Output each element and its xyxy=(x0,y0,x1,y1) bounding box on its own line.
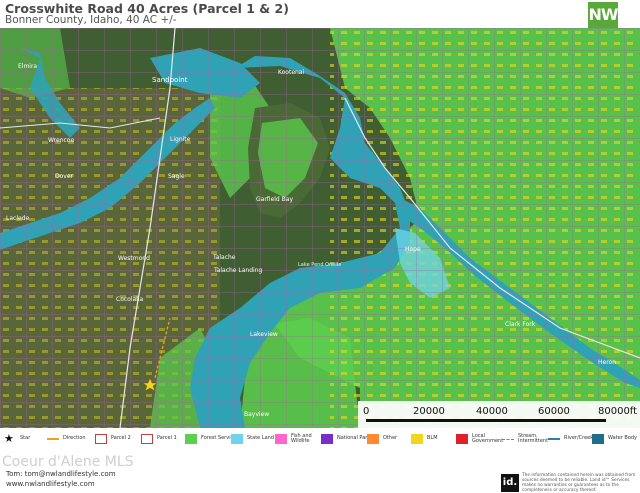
parcel-grid xyxy=(0,28,640,428)
line-icon xyxy=(548,438,560,440)
legend-parcel-1: Parcel 1 xyxy=(141,431,177,447)
swatch-icon xyxy=(592,434,604,444)
swatch-icon xyxy=(275,434,287,444)
parcel-outline-icon xyxy=(141,434,153,444)
legend-label: Local Government xyxy=(472,432,504,444)
legend-label: Forest Servic xyxy=(201,435,234,442)
label-talache-landing: Talache Landing xyxy=(213,267,262,274)
legend-label: Direction xyxy=(63,435,86,442)
label-garfield-bay: Garfield Bay xyxy=(256,196,293,203)
legend-stream: Stream, Intermittent xyxy=(502,431,548,447)
swatch-icon xyxy=(367,434,379,444)
label-lignite: Lignite xyxy=(170,136,191,143)
label-westmond: Westmond xyxy=(118,255,150,262)
map-footer: Coeur d'Alene MLS Tom: tom@nwlandlifesty… xyxy=(0,450,640,493)
parcel-outline-icon xyxy=(95,434,107,444)
map-view[interactable]: Sandpoint Kootenai Wrencoe Laclede Dover… xyxy=(0,28,640,428)
mls-watermark: Coeur d'Alene MLS xyxy=(2,454,134,470)
legend-label: Other xyxy=(383,435,398,442)
label-sagle: Sagle xyxy=(168,173,185,180)
label-talache: Talache xyxy=(212,254,236,261)
legend-forest-service: Forest Servic xyxy=(185,431,233,447)
swatch-icon xyxy=(456,434,468,444)
scale-tick-2: 40000 xyxy=(476,406,508,417)
legend-label: Stream, Intermittent xyxy=(518,432,549,444)
swatch-icon xyxy=(321,434,333,444)
label-lake: Lake Pend Oreille xyxy=(298,262,341,268)
label-kootenai: Kootenai xyxy=(278,69,305,76)
legend-label: Star xyxy=(20,435,31,442)
legend-label: Fish and Wildlife xyxy=(291,432,312,444)
legend-other: Other xyxy=(367,431,397,447)
arrow-icon xyxy=(47,438,59,440)
swatch-icon xyxy=(231,434,243,444)
label-dover: Dover xyxy=(55,173,74,180)
map-header: Crosswhite Road 40 Acres (Parcel 1 & 2) … xyxy=(0,0,640,28)
label-bayview: Bayview xyxy=(244,411,269,418)
swatch-icon xyxy=(411,434,423,444)
dashed-line-icon xyxy=(502,438,514,440)
label-hope: Hope xyxy=(405,246,421,253)
legend-label: National Park xyxy=(337,435,371,442)
agent-website[interactable]: www.nwlandlifestyle.com xyxy=(6,480,95,488)
land-id-logo: id. xyxy=(501,474,519,492)
scale-tick-1: 20000 xyxy=(413,406,445,417)
brand-logo: NW xyxy=(588,2,619,28)
scale-tick-0: 0 xyxy=(363,406,370,417)
page-subtitle: Bonner County, Idaho, 40 AC +/- xyxy=(5,14,177,26)
scale-line xyxy=(366,419,606,422)
legend-local-government: Local Government xyxy=(456,431,503,447)
legend-state-land: State Land xyxy=(231,431,274,447)
map-canvas[interactable]: Sandpoint Kootenai Wrencoe Laclede Dover… xyxy=(0,28,640,428)
legend-label: BLM xyxy=(427,435,438,442)
legend-parcel-2: Parcel 2 xyxy=(95,431,131,447)
label-lakeview: Lakeview xyxy=(250,331,278,338)
map-legend: ★ Star Direction Parcel 2 Parcel 1 Fores… xyxy=(0,428,640,450)
legend-label: State Land xyxy=(247,435,275,442)
legend-direction: Direction xyxy=(47,431,86,447)
scale-unit: 80000ft xyxy=(598,406,638,417)
legend-water-body: Water Body xyxy=(592,431,637,447)
legend-fish-wildlife: Fish and Wildlife xyxy=(275,431,312,447)
label-elmira: Elmira xyxy=(18,63,37,70)
star-icon: ★ xyxy=(4,432,14,445)
scale-tick-3: 60000 xyxy=(538,406,570,417)
legend-label: Parcel 2 xyxy=(111,435,131,442)
legend-label: River/Creek xyxy=(564,435,594,442)
agent-contact: Tom: tom@nwlandlifestyle.com xyxy=(6,470,116,478)
label-heron: Heron xyxy=(598,359,616,366)
disclaimer-text: The information contained herein was obt… xyxy=(522,473,636,493)
scale-bar: 0 20000 40000 60000 80000ft xyxy=(358,401,640,428)
legend-star: ★ Star xyxy=(4,431,30,447)
legend-national-park: National Park xyxy=(321,431,370,447)
label-clark-fork: Clark Fork xyxy=(505,321,536,328)
legend-blm: BLM xyxy=(411,431,438,447)
label-wrencoe: Wrencoe xyxy=(48,137,74,144)
legend-label: Parcel 1 xyxy=(157,435,177,442)
label-cocolalla: Cocolalla xyxy=(116,296,144,303)
swatch-icon xyxy=(185,434,197,444)
label-sandpoint: Sandpoint xyxy=(152,76,188,84)
legend-label: Water Body xyxy=(608,435,637,442)
legend-river-creek: River/Creek xyxy=(548,431,593,447)
label-laclede: Laclede xyxy=(6,215,29,222)
